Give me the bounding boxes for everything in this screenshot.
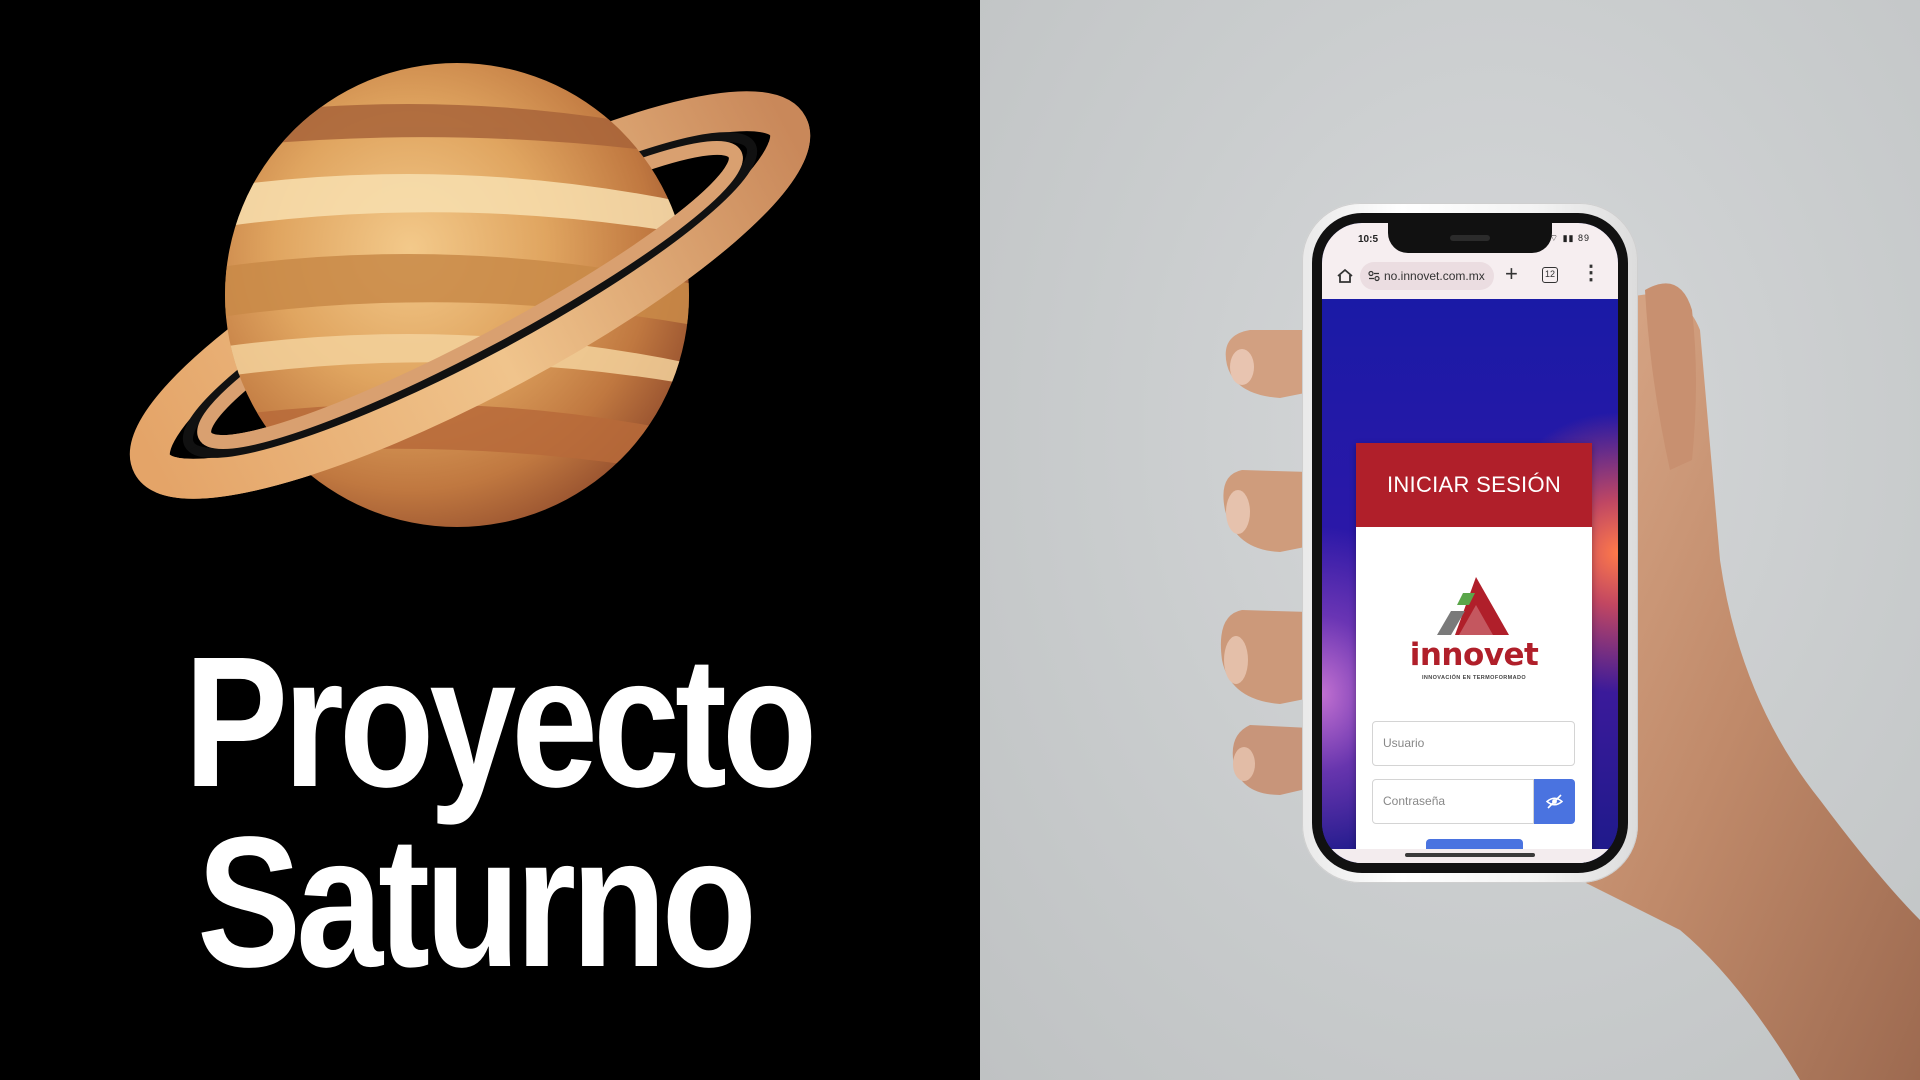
status-time: 10:5 <box>1358 234 1379 245</box>
phone-bezel: 10:5 ⌔ ▮▮ 89 no.innovet.com.mx + 12 ⋮ IN… <box>1312 213 1628 873</box>
logo-tagline: INNOVACIÓN EN TERMOFORMADO <box>1421 675 1527 681</box>
logo-wordmark: innovet <box>1409 637 1539 673</box>
title-line-2: Saturno <box>197 799 757 1006</box>
right-panel-photo: 10:5 ⌔ ▮▮ 89 no.innovet.com.mx + 12 ⋮ IN… <box>980 0 1920 1080</box>
innovet-logo-icon <box>1437 577 1509 635</box>
login-header: INICIAR SESIÓN <box>1356 443 1592 527</box>
toggle-password-visibility-button[interactable] <box>1534 779 1575 824</box>
saturn-planet-illustration <box>129 63 811 527</box>
password-field[interactable]: Contraseña <box>1372 779 1534 824</box>
title-line-1: Proyecto <box>184 619 817 826</box>
smartphone: 10:5 ⌔ ▮▮ 89 no.innovet.com.mx + 12 ⋮ IN… <box>1302 203 1638 883</box>
username-placeholder: Usuario <box>1383 736 1425 750</box>
username-field[interactable]: Usuario <box>1372 721 1575 766</box>
phone-screen: 10:5 ⌔ ▮▮ 89 no.innovet.com.mx + 12 ⋮ IN… <box>1322 223 1618 863</box>
site-settings-icon[interactable] <box>1368 270 1380 282</box>
status-icons: ⌔ ▮▮ 89 <box>1549 233 1590 243</box>
left-panel: Proyecto Saturno <box>0 0 980 1080</box>
tabs-icon[interactable]: 12 <box>1542 267 1558 283</box>
address-bar[interactable]: no.innovet.com.mx <box>1360 262 1494 290</box>
home-indicator[interactable] <box>1405 853 1535 857</box>
browser-toolbar: no.innovet.com.mx + 12 ⋮ <box>1322 253 1618 299</box>
eye-slash-icon <box>1546 794 1563 809</box>
home-icon[interactable] <box>1336 267 1354 285</box>
new-tab-icon[interactable]: + <box>1505 263 1518 285</box>
menu-icon[interactable]: ⋮ <box>1581 263 1601 283</box>
web-page-background: INICIAR SESIÓN innovet INNOVACIÓN EN TER… <box>1322 299 1618 863</box>
url-text: no.innovet.com.mx <box>1384 269 1485 283</box>
password-placeholder: Contraseña <box>1383 794 1446 808</box>
login-card: INICIAR SESIÓN innovet INNOVACIÓN EN TER… <box>1356 443 1592 863</box>
speaker-grille <box>1450 235 1490 241</box>
